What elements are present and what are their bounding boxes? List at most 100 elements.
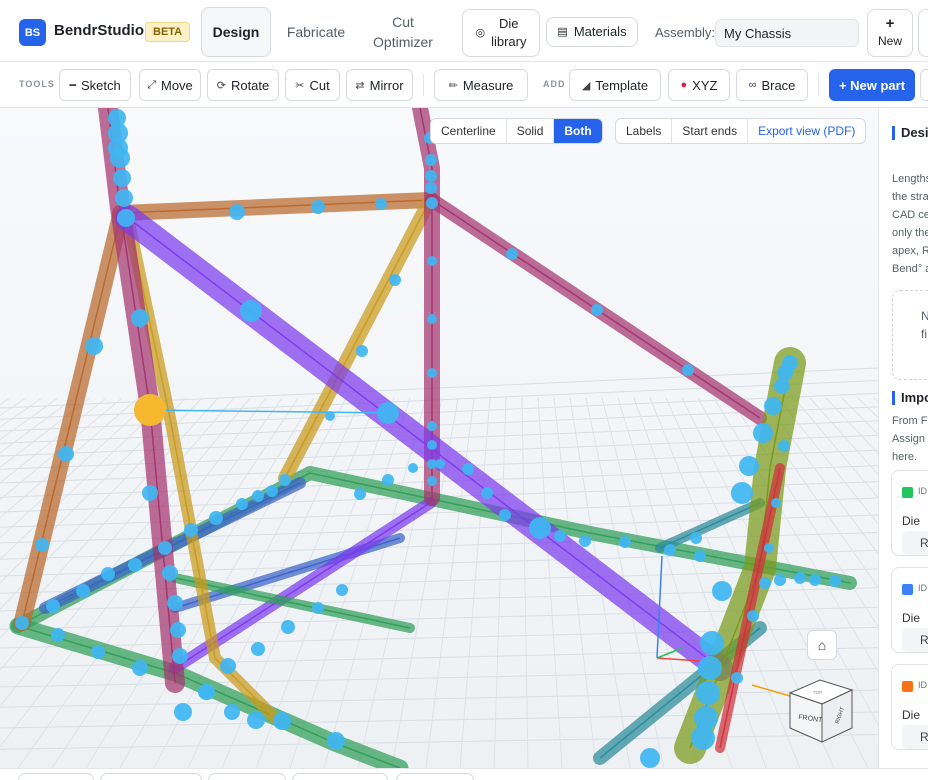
node-point[interactable] (132, 660, 148, 676)
node-point[interactable] (162, 565, 178, 581)
node-point[interactable] (389, 274, 401, 286)
node-point[interactable] (85, 337, 103, 355)
node-point[interactable] (128, 558, 142, 572)
node-point[interactable] (425, 154, 437, 166)
new-assembly-button[interactable]: + New (867, 9, 913, 57)
tab-cut-optimizer[interactable]: Cut Optimizer (362, 7, 444, 57)
view-cube[interactable]: FRONT RIGHTTOP (788, 679, 854, 743)
node-point[interactable] (327, 732, 345, 750)
node-point[interactable] (694, 550, 706, 562)
node-point[interactable] (427, 421, 437, 431)
overlay-toolbar[interactable]: Labels Start ends Export view (PDF) (615, 118, 867, 144)
node-point[interactable] (375, 198, 387, 210)
node-point[interactable] (664, 544, 676, 556)
node-point[interactable] (209, 511, 223, 525)
node-point[interactable] (377, 402, 399, 424)
toolbar-overflow-button[interactable] (920, 69, 928, 101)
node-point[interactable] (771, 498, 781, 508)
node-point[interactable] (15, 616, 29, 630)
measure-button[interactable]: ✏ Measure (434, 69, 528, 101)
node-point[interactable] (427, 440, 437, 450)
node-point[interactable] (281, 620, 295, 634)
node-point[interactable] (640, 748, 660, 768)
bottom-tab[interactable] (100, 773, 202, 780)
home-view-button[interactable]: ⌂ (807, 630, 837, 660)
node-point[interactable] (252, 490, 264, 502)
node-point[interactable] (809, 574, 821, 586)
die-card[interactable]: ID Die Rog (891, 664, 928, 750)
node-point[interactable] (354, 488, 366, 500)
node-point[interactable] (712, 581, 732, 601)
die-library-button[interactable]: ◎ Die library (462, 9, 540, 57)
node-point[interactable] (698, 656, 722, 680)
xyz-button[interactable]: ● XYZ (668, 69, 730, 101)
node-point[interactable] (46, 599, 60, 613)
labels-toggle[interactable]: Labels (616, 119, 673, 143)
node-point[interactable] (229, 204, 245, 220)
node-point[interactable] (115, 189, 133, 207)
node-point[interactable] (311, 200, 325, 214)
node-point[interactable] (425, 182, 437, 194)
node-point[interactable] (554, 530, 566, 542)
node-point[interactable] (435, 459, 445, 469)
node-point[interactable] (117, 209, 135, 227)
node-point[interactable] (199, 684, 215, 700)
node-point[interactable] (224, 704, 240, 720)
node-point[interactable] (506, 248, 518, 260)
template-button[interactable]: ◢ Template (569, 69, 661, 101)
node-point[interactable] (759, 577, 771, 589)
new-part-button[interactable]: + New part (829, 69, 915, 101)
bottom-tab[interactable] (208, 773, 286, 780)
node-point[interactable] (110, 148, 130, 168)
node-point[interactable] (700, 631, 724, 655)
node-point[interactable] (427, 368, 437, 378)
node-point[interactable] (279, 474, 291, 486)
node-point[interactable] (462, 463, 474, 475)
node-point[interactable] (427, 256, 437, 266)
node-point[interactable] (131, 309, 149, 327)
3d-viewport[interactable]: FRONT RIGHT TOP Centerline Solid Both Labe… (0, 108, 878, 768)
sketch-button[interactable]: ━ Sketch (59, 69, 131, 101)
node-point[interactable] (251, 642, 265, 656)
node-point[interactable] (58, 446, 74, 462)
start-ends-toggle[interactable]: Start ends (672, 119, 749, 143)
node-point[interactable] (682, 364, 694, 376)
node-point[interactable] (356, 345, 368, 357)
node-point[interactable] (774, 574, 786, 586)
selected-node[interactable] (134, 394, 166, 426)
node-point[interactable] (579, 535, 591, 547)
mirror-button[interactable]: ⇄ Mirror (346, 69, 413, 101)
die-select[interactable]: Rog (902, 628, 928, 652)
node-point[interactable] (220, 658, 236, 674)
node-point[interactable] (690, 532, 702, 544)
node-point[interactable] (35, 538, 49, 552)
node-point[interactable] (172, 648, 188, 664)
node-point[interactable] (408, 463, 418, 473)
node-point[interactable] (499, 509, 511, 521)
node-point[interactable] (829, 575, 841, 587)
die-card[interactable]: ID Die Rog (891, 470, 928, 556)
node-point[interactable] (529, 517, 551, 539)
tab-fabricate[interactable]: Fabricate (280, 7, 352, 57)
node-point[interactable] (266, 485, 278, 497)
tab-design[interactable]: Design (201, 7, 271, 57)
node-point[interactable] (273, 712, 291, 730)
node-point[interactable] (51, 628, 65, 642)
move-button[interactable]: ⤢ Move (139, 69, 201, 101)
chassis-3d-scene[interactable]: FRONT RIGHTTOP (0, 108, 878, 768)
node-point[interactable] (167, 595, 183, 611)
die-select[interactable]: Rog (902, 531, 928, 555)
node-point[interactable] (158, 541, 172, 555)
node-point[interactable] (336, 584, 348, 596)
node-point[interactable] (382, 474, 394, 486)
node-point[interactable] (778, 440, 790, 452)
node-point[interactable] (794, 572, 806, 584)
die-card[interactable]: ID Die Rog (891, 567, 928, 653)
node-point[interactable] (91, 645, 105, 659)
node-point[interactable] (142, 485, 158, 501)
node-point[interactable] (591, 304, 603, 316)
brace-button[interactable]: ∞ Brace (736, 69, 808, 101)
bottom-tab[interactable] (292, 773, 388, 780)
node-point[interactable] (174, 703, 192, 721)
rotate-button[interactable]: ⟳ Rotate (207, 69, 279, 101)
